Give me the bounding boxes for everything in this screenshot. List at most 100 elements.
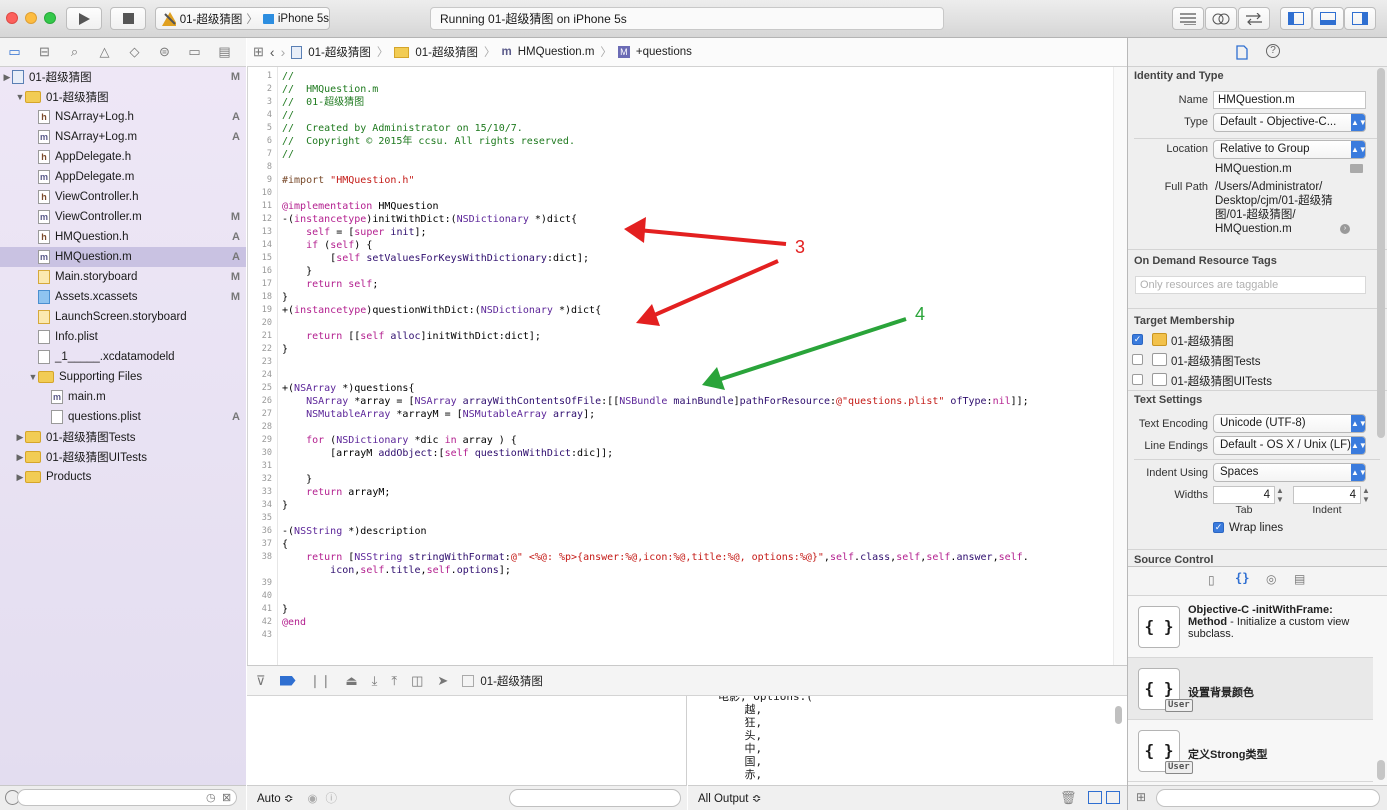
code-line[interactable]: }	[282, 499, 288, 512]
code-line[interactable]: @implementation HMQuestion	[282, 200, 439, 213]
standard-editor-button[interactable]	[1172, 7, 1204, 30]
code-line[interactable]: // HMQuestion.m	[282, 83, 378, 96]
report-bubble-icon[interactable]: ▤	[215, 44, 234, 60]
navigator-item[interactable]: m HMQuestion.m A	[0, 247, 246, 267]
trash-icon[interactable]: 🗑	[1060, 790, 1077, 806]
pause-icon[interactable]: ❘❘	[310, 673, 332, 689]
code-line[interactable]: // 01-超级猜图	[282, 96, 364, 109]
disclosure-triangle-icon[interactable]: ▶	[15, 472, 25, 483]
code-line[interactable]: return [[self alloc]initWithDict:dict];	[282, 330, 541, 343]
code-line[interactable]: {	[282, 538, 288, 551]
membership-checkbox[interactable]: ✓	[1132, 334, 1143, 345]
zoom-window-button[interactable]	[44, 12, 56, 24]
quick-help-icon[interactable]: ?	[1266, 44, 1280, 58]
navigator-item[interactable]: m main.m	[0, 387, 246, 407]
scm-filter-icon[interactable]: ⊠	[222, 791, 231, 804]
version-editor-button[interactable]	[1238, 7, 1270, 30]
code-line[interactable]: @end	[282, 616, 306, 629]
navigator-item[interactable]: ▼ Supporting Files	[0, 367, 246, 387]
symbol-navigator-icon[interactable]: ⊟	[35, 44, 54, 60]
tab-stepper-icon[interactable]: ▲ ▼	[1276, 486, 1284, 504]
scheme-selector[interactable]: 01-超级猜图 〉 iPhone 5s	[155, 7, 330, 30]
step-over-icon[interactable]: ⏏	[345, 673, 357, 689]
hide-debug-area-icon[interactable]: ⊽	[256, 673, 266, 689]
navigator-filter-input[interactable]	[17, 789, 237, 806]
code-line[interactable]: }	[282, 473, 312, 486]
breakpoints-toggle-icon[interactable]	[279, 675, 296, 686]
membership-checkbox[interactable]	[1132, 354, 1143, 365]
breakpoint-icon[interactable]: ▭	[185, 44, 204, 60]
code-line[interactable]: // Copyright © 2015年 ccsu. All rights re…	[282, 135, 575, 148]
navigator-item[interactable]: questions.plist A	[0, 407, 246, 427]
location-popup[interactable]: Relative to Group ▲▼	[1213, 140, 1366, 159]
code-line[interactable]: return self;	[282, 278, 378, 291]
navigator-item[interactable]: h NSArray+Log.h A	[0, 107, 246, 127]
code-line[interactable]: if (self) {	[282, 239, 372, 252]
library-scrollbar[interactable]	[1377, 760, 1385, 780]
code-line[interactable]: -(NSString *)description	[282, 525, 427, 538]
code-line[interactable]: //	[282, 109, 294, 122]
toggle-utilities-button[interactable]	[1344, 7, 1376, 30]
wrap-lines-checkbox[interactable]: ✓	[1213, 522, 1224, 533]
disclosure-triangle-icon[interactable]: ▼	[15, 92, 25, 102]
navigator-item[interactable]: ▶ Products	[0, 467, 246, 487]
assistant-editor-button[interactable]	[1205, 7, 1237, 30]
source-editor[interactable]: 1 2 3 4 5 6 7 8 9 10 11 12 13 14 15 16 17 18 19 20 21 22 23 24 2…	[247, 67, 1127, 665]
stop-button[interactable]	[110, 7, 146, 30]
navigator-item[interactable]: LaunchScreen.storyboard	[0, 307, 246, 327]
line-endings-popup[interactable]: Default - OS X / Unix (LF) ▲▼	[1213, 436, 1366, 455]
reveal-arrow-icon[interactable]: ›	[1340, 224, 1350, 234]
code-line[interactable]: return arrayM;	[282, 486, 390, 499]
code-line[interactable]: //	[282, 148, 294, 161]
warning-icon[interactable]: △	[95, 44, 114, 60]
toggle-debug-area-button[interactable]	[1312, 7, 1344, 30]
jump-crumb-group[interactable]: 01-超级猜图	[415, 44, 478, 60]
code-line[interactable]: //	[282, 70, 294, 83]
code-line[interactable]: self = [super init];	[282, 226, 426, 239]
navigator-item[interactable]: Main.storyboard M	[0, 267, 246, 287]
library-filter-input[interactable]	[1156, 789, 1380, 807]
code-line[interactable]: icon,self.title,self.options];	[282, 564, 511, 577]
run-button[interactable]	[66, 7, 102, 30]
jump-crumb-project[interactable]: 01-超级猜图	[308, 44, 371, 60]
disclosure-triangle-icon[interactable]: ▼	[28, 372, 38, 382]
code-snippet-icon[interactable]: {}	[1235, 571, 1249, 585]
debug-navigator-icon[interactable]: ⊜	[155, 44, 174, 60]
back-arrow-icon[interactable]: ‹	[270, 44, 275, 60]
toggle-navigator-button[interactable]	[1280, 7, 1312, 30]
snippet-item[interactable]: { } Objective-C -initWithFrame: Method - I…	[1128, 596, 1373, 658]
code-line[interactable]: }	[282, 265, 312, 278]
encoding-popup[interactable]: Unicode (UTF-8) ▲▼	[1213, 414, 1366, 433]
indent-using-popup[interactable]: Spaces ▲▼	[1213, 463, 1366, 482]
odr-tags-field[interactable]: Only resources are taggable	[1135, 276, 1366, 294]
navigator-item[interactable]: h ViewController.h	[0, 187, 246, 207]
indent-stepper-icon[interactable]: ▲ ▼	[1362, 486, 1370, 504]
media-library-icon[interactable]: ▤	[1294, 572, 1305, 586]
navigator-item[interactable]: ▼ 01-超级猜图	[0, 87, 246, 107]
navigator-item[interactable]: _1_____.xcdatamodeld	[0, 347, 246, 367]
forward-arrow-icon[interactable]: ›	[281, 44, 286, 60]
folder-icon[interactable]: ▭	[5, 44, 24, 60]
code-line[interactable]: +(NSArray *)questions{	[282, 382, 414, 395]
code-line[interactable]: #import "HMQuestion.h"	[282, 174, 414, 187]
file-template-icon[interactable]: ▯	[1208, 573, 1215, 587]
minimize-window-button[interactable]	[25, 12, 37, 24]
quicklook-eye-icon[interactable]: ◉	[308, 791, 318, 805]
snippet-item[interactable]: { } User 设置背景颜色	[1128, 658, 1373, 720]
code-line[interactable]: }	[282, 603, 288, 616]
location-arrow-icon[interactable]: ➤	[437, 673, 448, 689]
console-scrollbar[interactable]	[1115, 706, 1122, 724]
code-line[interactable]: +(instancetype)questionWithDict:(NSDicti…	[282, 304, 601, 317]
jump-crumb-method[interactable]: +questions	[636, 46, 692, 58]
code-line[interactable]: NSArray *array = [NSArray arrayWithConte…	[282, 395, 1029, 408]
code-line[interactable]: for (NSDictionary *dic in array ) {	[282, 434, 517, 447]
code-line[interactable]: -(instancetype)initWithDict:(NSDictionar…	[282, 213, 577, 226]
code-line[interactable]: }	[282, 291, 288, 304]
name-field[interactable]: HMQuestion.m	[1213, 91, 1366, 109]
jump-crumb-file[interactable]: HMQuestion.m	[518, 46, 595, 58]
disclosure-triangle-icon[interactable]: ▶	[15, 452, 25, 463]
type-popup[interactable]: Default - Objective-C... ▲▼	[1213, 113, 1366, 132]
navigator-item[interactable]: h AppDelegate.h	[0, 147, 246, 167]
membership-checkbox[interactable]	[1132, 374, 1143, 385]
navigator-item[interactable]: m NSArray+Log.m A	[0, 127, 246, 147]
